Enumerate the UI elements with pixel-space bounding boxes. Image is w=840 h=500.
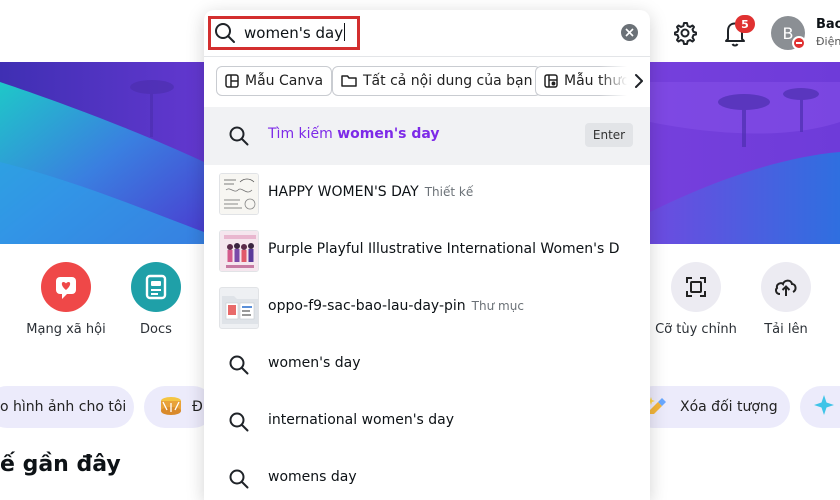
sparkle-icon [812, 393, 836, 421]
settings-gear-icon[interactable] [672, 20, 698, 46]
result-design-purple-playful[interactable]: Purple Playful Illustrative Internationa… [204, 222, 650, 279]
filter-all-your-content[interactable]: Tất cả nội dung của bạn [332, 66, 542, 96]
suggestion-label: womens day [268, 469, 357, 485]
user-subtitle: Điện [816, 35, 840, 48]
search-bar[interactable]: women's day [204, 10, 650, 56]
quick-action-label: Cỡ tùy chỉnh [655, 322, 737, 337]
quick-action-label: Docs [140, 322, 172, 337]
quick-action-docs[interactable]: Docs [111, 262, 201, 337]
chip-more[interactable] [800, 386, 840, 428]
result-title: Purple Playful Illustrative Internationa… [268, 241, 620, 257]
suggestion-label: international women's day [268, 412, 455, 428]
custom-size-icon [671, 262, 721, 312]
drum-icon [158, 393, 184, 421]
annotation-highlight-box [208, 16, 360, 50]
clear-search-button[interactable] [621, 24, 638, 41]
result-label: oppo-f9-sac-bao-lau-day-pin Thư mục [268, 298, 524, 314]
design-thumbnail [219, 230, 259, 272]
search-submit-query: women's day [337, 126, 440, 142]
result-title: HAPPY WOMEN'S DAY [268, 184, 419, 200]
search-icon [228, 411, 250, 433]
close-icon [625, 28, 634, 37]
divider [204, 56, 650, 57]
suggestion-item[interactable]: international women's day [204, 393, 650, 450]
search-icon [228, 125, 250, 147]
quick-action-social[interactable]: Mạng xã hội [21, 262, 111, 337]
suggestion-item[interactable]: womens day [204, 450, 650, 500]
search-icon [228, 354, 250, 376]
suggestion-label: women's day [268, 355, 361, 371]
search-submit-label: Tìm kiếm women's day [268, 126, 440, 142]
search-icon [228, 468, 250, 490]
result-type: Thiết kế [424, 185, 474, 199]
result-title: oppo-f9-sac-bao-lau-day-pin [268, 298, 466, 314]
search-submit-row[interactable]: Tìm kiếm women's day Enter [204, 107, 650, 165]
result-design-happy-womens-day[interactable]: HAPPY WOMEN'S DAY Thiết kế [204, 165, 650, 222]
search-prefix: Tìm kiếm [268, 126, 333, 142]
template-icon [225, 74, 239, 88]
cloud-upload-icon [761, 262, 811, 312]
design-thumbnail [219, 173, 259, 215]
chip-label: o hình ảnh cho tôi [0, 399, 127, 415]
brand-template-icon [544, 74, 558, 88]
result-folder-oppo[interactable]: oppo-f9-sac-bao-lau-day-pin Thư mục [204, 279, 650, 336]
result-label: HAPPY WOMEN'S DAY Thiết kế [268, 184, 473, 200]
folder-thumbnail [219, 287, 259, 329]
social-media-icon [41, 262, 91, 312]
chip-label: Đ [192, 399, 203, 415]
user-name[interactable]: Bao [816, 17, 840, 32]
notification-count-badge: 5 [735, 15, 755, 33]
filter-label: Tất cả nội dung của bạn [363, 73, 533, 89]
suggestion-item[interactable]: women's day [204, 336, 650, 393]
chevron-right-icon[interactable] [633, 73, 645, 89]
quick-action-label: Tải lên [764, 322, 808, 337]
recent-designs-title: ế gần đây [0, 452, 121, 477]
result-type: Thư mục [471, 299, 524, 313]
folder-icon [341, 75, 357, 87]
filter-label: Mẫu Canva [245, 73, 324, 89]
enter-key-hint: Enter [585, 123, 633, 147]
chip-generate-image[interactable]: o hình ảnh cho tôi [0, 386, 134, 428]
chip-label: Xóa đối tượng [680, 399, 778, 415]
chip-remove-object[interactable]: Xóa đối tượng [632, 386, 790, 428]
quick-action-upload[interactable]: Tải lên [741, 262, 831, 337]
quick-action-label: Mạng xã hội [26, 322, 106, 337]
docs-icon [131, 262, 181, 312]
filter-canva-templates[interactable]: Mẫu Canva [216, 66, 333, 96]
status-minus-icon [792, 36, 806, 50]
search-dropdown-panel: women's day Mẫu Canva Tất cả nội dung củ… [204, 10, 650, 500]
quick-action-custom-size[interactable]: Cỡ tùy chỉnh [651, 262, 741, 337]
